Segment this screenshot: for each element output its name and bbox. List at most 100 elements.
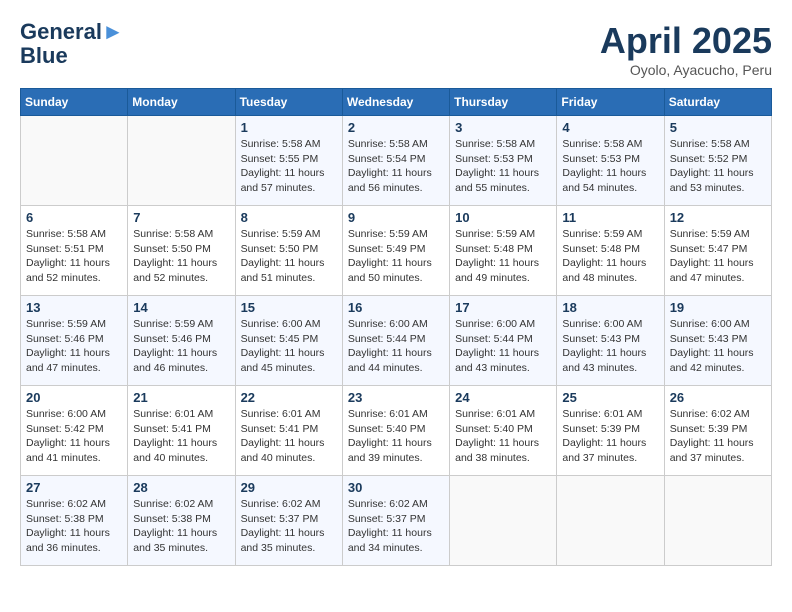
- day-info: Sunrise: 6:02 AMSunset: 5:37 PMDaylight:…: [348, 497, 444, 556]
- weekday-header-sunday: Sunday: [21, 89, 128, 116]
- day-info: Sunrise: 5:59 AMSunset: 5:48 PMDaylight:…: [455, 227, 551, 286]
- day-number: 22: [241, 390, 337, 405]
- day-number: 20: [26, 390, 122, 405]
- day-number: 21: [133, 390, 229, 405]
- day-cell: [21, 116, 128, 206]
- day-cell: [664, 476, 771, 566]
- weekday-header-wednesday: Wednesday: [342, 89, 449, 116]
- day-cell: [128, 116, 235, 206]
- day-number: 7: [133, 210, 229, 225]
- day-cell: 9Sunrise: 5:59 AMSunset: 5:49 PMDaylight…: [342, 206, 449, 296]
- day-number: 13: [26, 300, 122, 315]
- day-info: Sunrise: 6:00 AMSunset: 5:44 PMDaylight:…: [348, 317, 444, 376]
- day-number: 25: [562, 390, 658, 405]
- weekday-header-friday: Friday: [557, 89, 664, 116]
- day-info: Sunrise: 5:59 AMSunset: 5:48 PMDaylight:…: [562, 227, 658, 286]
- day-info: Sunrise: 6:01 AMSunset: 5:40 PMDaylight:…: [455, 407, 551, 466]
- day-info: Sunrise: 5:58 AMSunset: 5:51 PMDaylight:…: [26, 227, 122, 286]
- day-info: Sunrise: 5:58 AMSunset: 5:52 PMDaylight:…: [670, 137, 766, 196]
- day-number: 24: [455, 390, 551, 405]
- day-cell: [557, 476, 664, 566]
- calendar-subtitle: Oyolo, Ayacucho, Peru: [600, 62, 772, 78]
- day-cell: 25 Sunrise: 6:01 AMSunset: 5:39 PMDayligh…: [557, 386, 664, 476]
- day-info: Sunrise: 6:02 AMSunset: 5:38 PMDaylight:…: [133, 497, 229, 556]
- day-number: 5: [670, 120, 766, 135]
- weekday-header-saturday: Saturday: [664, 89, 771, 116]
- day-cell: 27 Sunrise: 6:02 AMSunset: 5:38 PMDayligh…: [21, 476, 128, 566]
- day-number: 11: [562, 210, 658, 225]
- day-cell: 20 Sunrise: 6:00 AMSunset: 5:42 PMDayligh…: [21, 386, 128, 476]
- day-cell: 22Sunrise: 6:01 AMSunset: 5:41 PMDayligh…: [235, 386, 342, 476]
- day-info: Sunrise: 5:58 AMSunset: 5:50 PMDaylight:…: [133, 227, 229, 286]
- day-cell: 17Sunrise: 6:00 AMSunset: 5:44 PMDayligh…: [450, 296, 557, 386]
- day-cell: 13 Sunrise: 5:59 AMSunset: 5:46 PMDayligh…: [21, 296, 128, 386]
- day-cell: 16 Sunrise: 6:00 AMSunset: 5:44 PMDayligh…: [342, 296, 449, 386]
- day-number: 12: [670, 210, 766, 225]
- day-cell: 2Sunrise: 5:58 AMSunset: 5:54 PMDaylight…: [342, 116, 449, 206]
- day-cell: 28 Sunrise: 6:02 AMSunset: 5:38 PMDayligh…: [128, 476, 235, 566]
- day-cell: 26Sunrise: 6:02 AMSunset: 5:39 PMDayligh…: [664, 386, 771, 476]
- day-number: 19: [670, 300, 766, 315]
- week-row-5: 27 Sunrise: 6:02 AMSunset: 5:38 PMDayligh…: [21, 476, 772, 566]
- calendar-title: April 2025: [600, 20, 772, 62]
- day-info: Sunrise: 5:58 AMSunset: 5:53 PMDaylight:…: [455, 137, 551, 196]
- day-number: 8: [241, 210, 337, 225]
- day-cell: 19 Sunrise: 6:00 AMSunset: 5:43 PMDayligh…: [664, 296, 771, 386]
- day-cell: 21 Sunrise: 6:01 AMSunset: 5:41 PMDayligh…: [128, 386, 235, 476]
- day-number: 18: [562, 300, 658, 315]
- day-number: 2: [348, 120, 444, 135]
- day-number: 15: [241, 300, 337, 315]
- day-number: 17: [455, 300, 551, 315]
- day-number: 27: [26, 480, 122, 495]
- day-cell: 30 Sunrise: 6:02 AMSunset: 5:37 PMDayligh…: [342, 476, 449, 566]
- day-number: 16: [348, 300, 444, 315]
- week-row-2: 6 Sunrise: 5:58 AMSunset: 5:51 PMDaylight…: [21, 206, 772, 296]
- day-number: 28: [133, 480, 229, 495]
- day-cell: 7 Sunrise: 5:58 AMSunset: 5:50 PMDaylight…: [128, 206, 235, 296]
- day-info: Sunrise: 5:59 AMSunset: 5:50 PMDaylight:…: [241, 227, 337, 286]
- week-row-3: 13 Sunrise: 5:59 AMSunset: 5:46 PMDayligh…: [21, 296, 772, 386]
- weekday-header-tuesday: Tuesday: [235, 89, 342, 116]
- day-number: 14: [133, 300, 229, 315]
- title-area: April 2025 Oyolo, Ayacucho, Peru: [600, 20, 772, 78]
- day-cell: 14 Sunrise: 5:59 AMSunset: 5:46 PMDayligh…: [128, 296, 235, 386]
- day-number: 6: [26, 210, 122, 225]
- calendar-header: SundayMondayTuesdayWednesdayThursdayFrid…: [21, 89, 772, 116]
- day-info: Sunrise: 5:59 AMSunset: 5:46 PMDaylight:…: [26, 317, 122, 376]
- day-cell: 6 Sunrise: 5:58 AMSunset: 5:51 PMDaylight…: [21, 206, 128, 296]
- day-cell: 8 Sunrise: 5:59 AMSunset: 5:50 PMDaylight…: [235, 206, 342, 296]
- day-number: 26: [670, 390, 766, 405]
- weekday-header-monday: Monday: [128, 89, 235, 116]
- header: General►Blue April 2025 Oyolo, Ayacucho,…: [20, 20, 772, 78]
- week-row-1: 1Sunrise: 5:58 AMSunset: 5:55 PMDaylight…: [21, 116, 772, 206]
- day-info: Sunrise: 6:00 AMSunset: 5:43 PMDaylight:…: [670, 317, 766, 376]
- day-number: 30: [348, 480, 444, 495]
- day-info: Sunrise: 6:02 AMSunset: 5:38 PMDaylight:…: [26, 497, 122, 556]
- day-cell: 1Sunrise: 5:58 AMSunset: 5:55 PMDaylight…: [235, 116, 342, 206]
- day-info: Sunrise: 6:00 AMSunset: 5:43 PMDaylight:…: [562, 317, 658, 376]
- logo: General►Blue: [20, 20, 124, 68]
- day-number: 3: [455, 120, 551, 135]
- day-cell: 10Sunrise: 5:59 AMSunset: 5:48 PMDayligh…: [450, 206, 557, 296]
- day-info: Sunrise: 6:00 AMSunset: 5:42 PMDaylight:…: [26, 407, 122, 466]
- day-number: 29: [241, 480, 337, 495]
- day-cell: 15 Sunrise: 6:00 AMSunset: 5:45 PMDayligh…: [235, 296, 342, 386]
- day-info: Sunrise: 5:59 AMSunset: 5:46 PMDaylight:…: [133, 317, 229, 376]
- day-info: Sunrise: 6:01 AMSunset: 5:41 PMDaylight:…: [133, 407, 229, 466]
- day-cell: 23 Sunrise: 6:01 AMSunset: 5:40 PMDayligh…: [342, 386, 449, 476]
- day-number: 23: [348, 390, 444, 405]
- calendar-table: SundayMondayTuesdayWednesdayThursdayFrid…: [20, 88, 772, 566]
- day-number: 1: [241, 120, 337, 135]
- day-info: Sunrise: 6:01 AMSunset: 5:39 PMDaylight:…: [562, 407, 658, 466]
- day-cell: 4Sunrise: 5:58 AMSunset: 5:53 PMDaylight…: [557, 116, 664, 206]
- day-info: Sunrise: 5:59 AMSunset: 5:47 PMDaylight:…: [670, 227, 766, 286]
- day-info: Sunrise: 6:02 AMSunset: 5:37 PMDaylight:…: [241, 497, 337, 556]
- day-cell: 3 Sunrise: 5:58 AMSunset: 5:53 PMDaylight…: [450, 116, 557, 206]
- day-info: Sunrise: 6:01 AMSunset: 5:40 PMDaylight:…: [348, 407, 444, 466]
- weekday-header-thursday: Thursday: [450, 89, 557, 116]
- day-cell: 29 Sunrise: 6:02 AMSunset: 5:37 PMDayligh…: [235, 476, 342, 566]
- day-info: Sunrise: 6:00 AMSunset: 5:45 PMDaylight:…: [241, 317, 337, 376]
- week-row-4: 20 Sunrise: 6:00 AMSunset: 5:42 PMDayligh…: [21, 386, 772, 476]
- day-info: Sunrise: 5:59 AMSunset: 5:49 PMDaylight:…: [348, 227, 444, 286]
- calendar-body: 1Sunrise: 5:58 AMSunset: 5:55 PMDaylight…: [21, 116, 772, 566]
